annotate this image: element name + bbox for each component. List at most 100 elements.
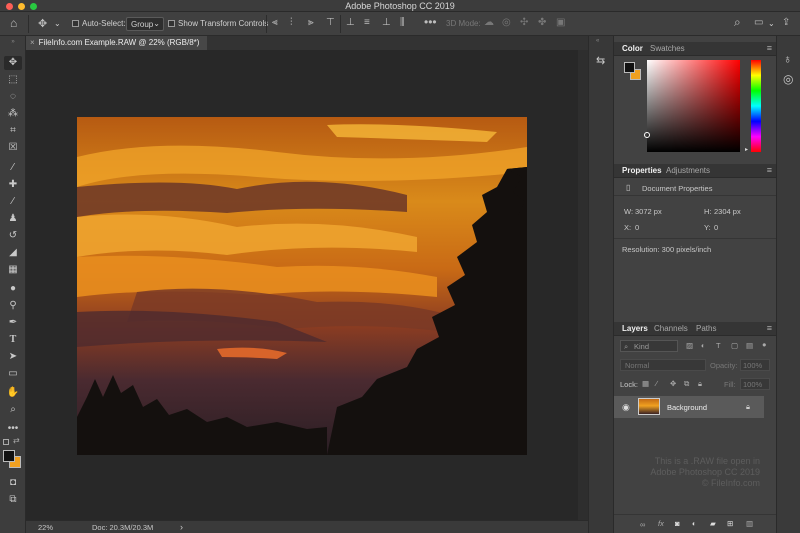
share-icon[interactable]: ⇪: [782, 17, 790, 28]
height-value[interactable]: 2304 px: [714, 207, 741, 216]
quick-mask-icon[interactable]: ◘: [4, 476, 22, 490]
crop-icon[interactable]: ⌗: [4, 124, 22, 138]
close-tab-icon[interactable]: ×: [30, 38, 35, 47]
tab-channels[interactable]: Channels: [654, 324, 688, 333]
lock-transparent-icon[interactable]: ▦: [642, 379, 649, 388]
color-picker-cursor[interactable]: [644, 132, 650, 138]
color-fg-swatch[interactable]: [624, 62, 635, 73]
filter-pixel-icon[interactable]: ▨: [686, 341, 693, 350]
filter-type-icon[interactable]: T: [716, 341, 721, 350]
lock-position-icon[interactable]: ✥: [670, 379, 676, 388]
status-menu-arrow[interactable]: ›: [180, 522, 183, 532]
foreground-color-swatch[interactable]: [3, 450, 15, 462]
lock-artboard-icon[interactable]: ⧉: [684, 379, 689, 389]
layer-name[interactable]: Background: [667, 403, 707, 412]
auto-select-dropdown[interactable]: Group ⌄: [126, 17, 164, 31]
auto-select-checkbox[interactable]: [72, 20, 79, 27]
tab-properties[interactable]: Properties: [622, 166, 662, 175]
default-colors-icon[interactable]: [3, 439, 9, 445]
collapse-icon[interactable]: «: [596, 38, 599, 44]
more-options-icon[interactable]: •••: [424, 15, 437, 29]
distribute-middle-icon[interactable]: ≡: [364, 17, 370, 28]
fill-field[interactable]: 100%: [740, 378, 770, 390]
align-top-icon[interactable]: ⊤: [326, 17, 335, 28]
magic-wand-icon[interactable]: ⁂: [4, 107, 22, 121]
path-select-icon[interactable]: ➤: [4, 350, 22, 364]
distribute-bottom-icon[interactable]: ⊥: [382, 17, 391, 28]
move-tool-preset-icon[interactable]: ✥: [38, 17, 47, 30]
3d-pan-icon[interactable]: ✣: [520, 17, 528, 28]
brush-icon[interactable]: ∕: [4, 195, 22, 209]
libraries-icon[interactable]: ◎: [783, 72, 793, 86]
fx-icon[interactable]: fx: [658, 519, 664, 528]
hue-slider[interactable]: [751, 60, 761, 152]
filter-smart-object-icon[interactable]: ▤: [746, 341, 753, 350]
y-value[interactable]: 0: [714, 223, 718, 232]
panel-menu-icon[interactable]: ≡: [767, 323, 772, 333]
3d-orbit-icon[interactable]: ☁: [484, 17, 494, 28]
align-center-icon[interactable]: ⫶: [290, 17, 293, 28]
width-value[interactable]: 3072 px: [635, 207, 662, 216]
panel-menu-icon[interactable]: ≡: [767, 165, 772, 175]
blend-mode-dropdown[interactable]: Normal: [620, 359, 706, 371]
filter-shape-icon[interactable]: ▢: [731, 341, 738, 350]
chevron-down-icon[interactable]: ⌄: [768, 19, 775, 28]
dodge-icon[interactable]: ⚲: [4, 299, 22, 313]
gradient-icon[interactable]: ▦: [4, 263, 22, 277]
mask-icon[interactable]: ◙: [675, 519, 680, 528]
group-icon[interactable]: ▰: [710, 519, 716, 528]
trash-icon[interactable]: ▥: [746, 519, 753, 528]
pen-icon[interactable]: ✒: [4, 316, 22, 330]
show-transform-checkbox[interactable]: [168, 20, 175, 27]
type-icon[interactable]: T: [4, 333, 22, 347]
collapse-icon[interactable]: »: [4, 38, 22, 46]
align-right-icon[interactable]: ⫸: [308, 17, 314, 28]
filter-toggle-icon[interactable]: ●: [762, 340, 767, 349]
more-icon[interactable]: •••: [4, 422, 22, 436]
stamp-icon[interactable]: ♟: [4, 212, 22, 226]
tab-layers[interactable]: Layers: [622, 324, 648, 333]
history-panel-icon[interactable]: ⇆: [596, 54, 605, 67]
eye-icon[interactable]: ◉: [622, 402, 630, 413]
panel-menu-icon[interactable]: ≡: [767, 43, 772, 53]
hue-slider-handle[interactable]: ▸: [745, 146, 748, 153]
blur-icon[interactable]: ●: [4, 282, 22, 296]
tab-swatches[interactable]: Swatches: [650, 44, 685, 53]
filter-adjustment-icon[interactable]: ◐: [701, 341, 706, 350]
layer-filter-dropdown[interactable]: ⌕ Kind: [620, 340, 678, 352]
eraser-icon[interactable]: ◢: [4, 246, 22, 260]
distribute-top-icon[interactable]: ⊥: [346, 17, 355, 28]
3d-roll-icon[interactable]: ◎: [502, 17, 511, 28]
lightbulb-icon[interactable]: ♁: [783, 52, 792, 66]
frame-icon[interactable]: ☒: [4, 141, 22, 155]
swap-colors-icon[interactable]: ⇄: [13, 436, 20, 445]
screen-mode-icon[interactable]: ⧉: [4, 493, 22, 507]
search-icon[interactable]: ⌕: [734, 15, 741, 30]
align-left-icon[interactable]: ⫷: [272, 17, 278, 28]
workspace-icon[interactable]: ▭: [754, 17, 763, 28]
color-picker-field[interactable]: [644, 60, 740, 152]
lasso-icon[interactable]: ◌: [4, 90, 22, 104]
lock-image-icon[interactable]: ∕: [656, 379, 657, 388]
3d-scale-icon[interactable]: ▣: [556, 17, 565, 28]
chevron-down-icon[interactable]: ⌄: [54, 19, 61, 28]
link-icon[interactable]: ∞: [640, 520, 645, 529]
lock-all-icon[interactable]: 🔒︎: [698, 379, 702, 389]
tab-color[interactable]: Color: [622, 44, 643, 53]
home-icon[interactable]: ⌂: [10, 16, 17, 30]
hand-icon[interactable]: ✋: [4, 386, 22, 400]
opacity-field[interactable]: 100%: [740, 359, 770, 371]
rectangle-icon[interactable]: ▭: [4, 367, 22, 381]
history-brush-icon[interactable]: ↺: [4, 229, 22, 243]
zoom-level[interactable]: 22%: [38, 523, 53, 532]
marquee-icon[interactable]: ⬚: [4, 73, 22, 87]
zoom-icon[interactable]: ⌕: [4, 403, 22, 417]
move-icon[interactable]: ✥: [4, 56, 22, 70]
new-layer-icon[interactable]: ⊞: [727, 519, 733, 528]
tab-paths[interactable]: Paths: [696, 324, 716, 333]
eyedropper-icon[interactable]: ⁄: [4, 161, 22, 175]
layer-row[interactable]: ◉ Background 🔒︎: [614, 396, 764, 418]
vertical-scrollbar[interactable]: [578, 50, 588, 520]
adjustment-icon[interactable]: ◐: [692, 519, 697, 528]
healing-icon[interactable]: ✚: [4, 178, 22, 192]
